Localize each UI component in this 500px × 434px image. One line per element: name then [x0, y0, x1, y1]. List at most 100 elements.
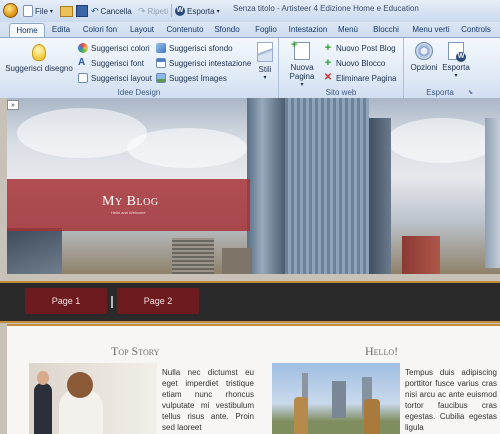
suggest-design-button[interactable]: Suggerisci disegno — [3, 44, 75, 73]
suggest-layout-button[interactable]: Suggerisci layout — [78, 72, 152, 84]
new-block-button[interactable]: + Nuovo Blocco — [323, 57, 386, 69]
open-folder-icon[interactable] — [60, 6, 73, 17]
export-button[interactable]: W Esporta ▾ — [440, 42, 472, 81]
file-menu-label: File — [35, 6, 48, 16]
new-block-icon: + — [324, 57, 332, 69]
chevron-down-icon: ▾ — [49, 8, 53, 15]
new-document-icon — [23, 5, 33, 17]
wordpress-icon: W — [175, 6, 185, 16]
story-image[interactable] — [272, 363, 400, 434]
group-label-idee-design: Idee Design — [117, 88, 161, 97]
ribbon-tabs: Home Edita Colori fon Layout Contenuto S… — [0, 22, 500, 38]
suggest-layout-label: Suggerisci layout — [91, 73, 152, 83]
file-menu[interactable]: File ▾ — [23, 4, 53, 18]
group-idee-design: Suggerisci disegno Suggerisci colori A S… — [0, 38, 279, 98]
redo-label: Ripeti — [147, 6, 168, 16]
tab-menu-verti[interactable]: Menu verti — [408, 23, 454, 37]
tab-contenuto[interactable]: Contenuto — [162, 23, 208, 37]
suggest-fonts-label: Suggerisci font — [91, 58, 144, 68]
group-label-sito-web: Sito web — [325, 88, 357, 97]
suggest-images-label: Suggest Images — [169, 73, 227, 83]
skyscraper — [485, 118, 500, 268]
story-heading[interactable]: Hello! — [365, 344, 398, 359]
styles-label: Stili — [258, 65, 272, 74]
dialog-launcher-icon[interactable]: ⬊ — [468, 89, 473, 96]
suggest-background-label: Suggerisci sfondo — [169, 43, 233, 53]
suggest-images-button[interactable]: Suggest Images — [156, 72, 227, 84]
blog-subtitle[interactable]: Hello and Welcome — [111, 210, 146, 215]
wordpress-icon: W — [448, 42, 466, 62]
options-label: Opzioni — [410, 63, 438, 72]
person-figure — [34, 383, 52, 434]
person-head — [67, 372, 93, 398]
building — [222, 248, 252, 274]
export-label: Esporta — [442, 63, 470, 72]
ribbon: Suggerisci disegno Suggerisci colori A S… — [0, 37, 500, 99]
tab-edita[interactable]: Edita — [47, 23, 75, 37]
export-quick-button[interactable]: W Esporta ▾ — [175, 4, 220, 18]
tab-colori-fon[interactable]: Colori fon — [79, 23, 121, 37]
tab-controls[interactable]: Controls — [456, 23, 496, 37]
new-page-button[interactable]: + Nuova Pagina ▾ — [285, 40, 319, 90]
toolbar-separator — [171, 4, 172, 17]
nav-item-page-1[interactable]: Page 1 — [25, 288, 107, 314]
new-blog-post-button[interactable]: + Nuovo Post Blog — [323, 42, 396, 54]
options-button[interactable]: Opzioni — [408, 42, 440, 72]
nav-item-page-2[interactable]: Page 2 — [117, 288, 199, 314]
background-icon — [156, 43, 166, 53]
palette-icon — [78, 43, 88, 53]
building — [172, 238, 214, 274]
blog-header[interactable]: My Blog Hello and Welcome — [7, 98, 500, 274]
tab-layout[interactable]: Layout — [125, 23, 159, 37]
story-heading[interactable]: Top Story — [111, 344, 159, 359]
story-text[interactable]: Nulla nec dictumst eu eget imperdiet tri… — [162, 367, 254, 433]
suggest-background-button[interactable]: Suggerisci sfondo — [156, 42, 233, 54]
new-page-label: Nuova Pagina — [289, 63, 315, 81]
tab-menu[interactable]: Menù — [334, 23, 362, 37]
person-head — [37, 371, 49, 385]
save-icon[interactable] — [76, 5, 88, 17]
title-bar: File ▾ ↶ Cancella ↷ Ripeti W Esporta ▾ S… — [0, 0, 500, 23]
chevron-down-icon: ▾ — [454, 73, 458, 79]
tab-intestazione[interactable]: Intestazion — [285, 23, 331, 37]
blog-nav-menu: Page 1 Page 2 — [0, 281, 500, 323]
suggest-design-label: Suggerisci disegno — [5, 64, 73, 73]
story-text[interactable]: Tempus duis adipiscing porttitor fusce v… — [405, 367, 497, 433]
design-canvas: My Blog Hello and Welcome » Page 1 Page … — [0, 98, 500, 434]
nav-separator — [111, 296, 113, 308]
giraffe-figure — [294, 397, 308, 434]
city-building — [332, 381, 346, 418]
building — [402, 236, 440, 274]
redo-button[interactable]: ↷ Ripeti — [138, 4, 168, 18]
new-post-icon: + — [324, 42, 332, 54]
blog-title[interactable]: My Blog — [102, 194, 159, 210]
header-icon — [156, 58, 166, 68]
building — [7, 228, 62, 274]
app-menu-icon[interactable] — [3, 3, 18, 18]
group-esporta: Opzioni W Esporta ▾ Esporta ⬊ — [404, 38, 476, 98]
group-sito-web: + Nuova Pagina ▾ + Nuovo Post Blog + Nuo… — [279, 38, 404, 98]
tab-blocchi[interactable]: Blocchi — [368, 23, 404, 37]
lightbulb-icon — [32, 44, 46, 61]
images-icon — [156, 73, 166, 83]
new-blog-post-label: Nuovo Post Blog — [336, 43, 396, 53]
sky-cloud — [127, 128, 247, 168]
suggest-colors-button[interactable]: Suggerisci colori — [78, 42, 150, 54]
suggest-fonts-button[interactable]: A Suggerisci font — [78, 57, 144, 69]
blog-content: Top Story Nulla nec dictumst eu eget imp… — [7, 324, 500, 434]
undo-button[interactable]: ↶ Cancella — [91, 4, 132, 18]
styles-button[interactable]: Stili ▾ — [252, 42, 278, 83]
story-image[interactable] — [29, 363, 157, 434]
tab-home[interactable]: Home — [9, 23, 45, 38]
suggest-colors-label: Suggerisci colori — [91, 43, 150, 53]
tab-foglio[interactable]: Foglio — [250, 23, 282, 37]
delete-page-button[interactable]: ✕ Eliminare Pagina — [323, 72, 397, 84]
group-label-esporta: Esporta — [426, 88, 454, 97]
new-block-label: Nuovo Blocco — [336, 58, 386, 68]
redo-icon: ↷ — [138, 5, 146, 16]
tab-sfondo[interactable]: Sfondo — [210, 23, 244, 37]
skyscraper — [285, 98, 369, 274]
suggest-header-button[interactable]: Suggerisci intestazione — [156, 57, 251, 69]
expand-panel-button[interactable]: » — [7, 100, 19, 110]
brush-icon — [257, 42, 273, 62]
